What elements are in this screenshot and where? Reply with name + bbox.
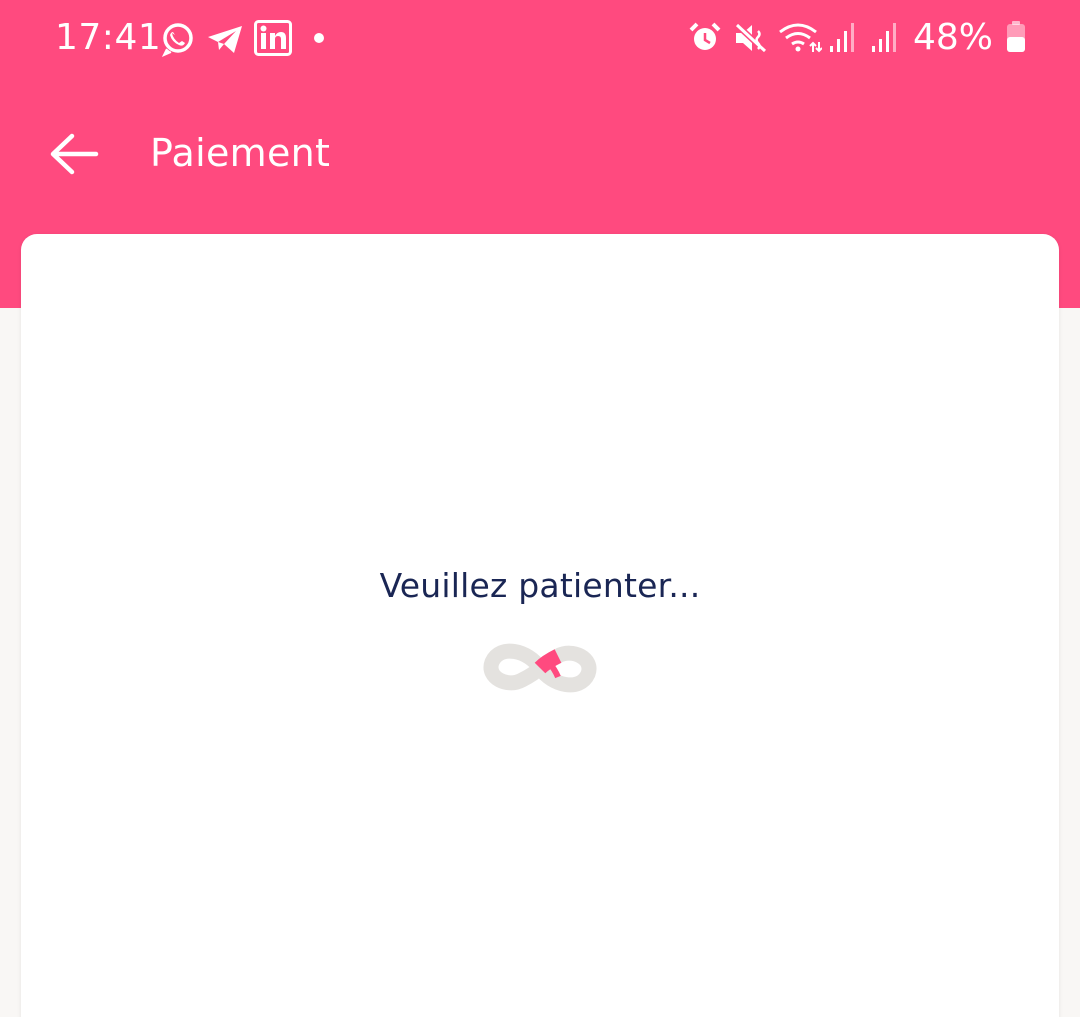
- loading-text: Veuillez patienter...: [379, 566, 701, 605]
- payment-screen: 17:41 48% Paiement Veuillez patienter...: [0, 0, 1080, 1017]
- battery-icon: [1007, 21, 1025, 52]
- infinity-loader-icon: [483, 643, 597, 693]
- mute-icon: [734, 22, 768, 54]
- app-bar: Paiement: [0, 108, 1080, 200]
- payment-card: Veuillez patienter...: [21, 234, 1059, 1017]
- status-bar: 17:41 48%: [0, 0, 1080, 78]
- telegram-icon: [208, 26, 242, 53]
- arrow-left-icon: [50, 133, 99, 175]
- signal-icon: [830, 23, 854, 52]
- wifi-icon: [779, 23, 822, 53]
- whatsapp-icon: [161, 23, 193, 57]
- battery-percent: 48%: [913, 17, 994, 58]
- signal-icon: [872, 23, 896, 52]
- alarm-icon: [689, 22, 721, 50]
- linkedin-icon: [254, 20, 292, 56]
- back-button[interactable]: [40, 126, 108, 182]
- page-title: Paiement: [150, 131, 331, 175]
- status-time: 17:41: [55, 17, 162, 58]
- notification-dot-icon: [314, 33, 324, 43]
